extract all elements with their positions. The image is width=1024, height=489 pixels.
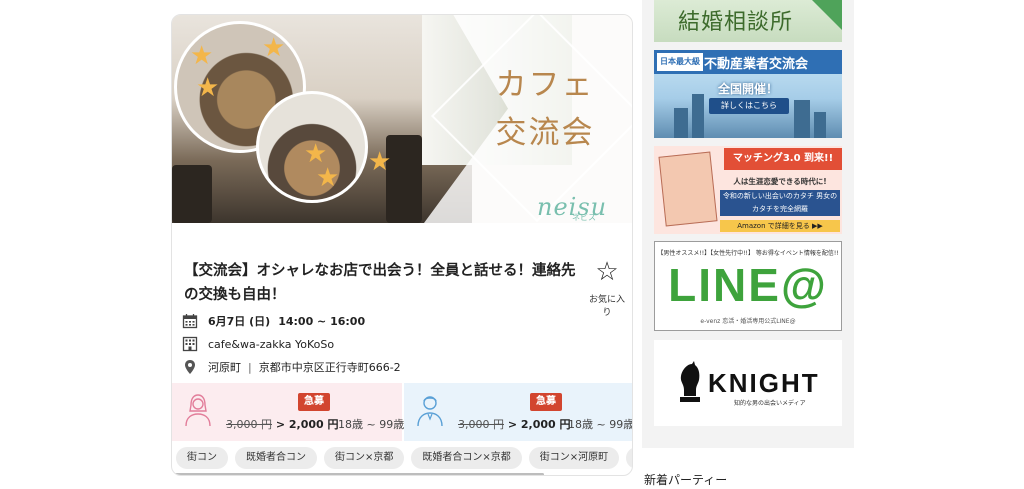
banner-marriage-agency-title: 結婚相談所 [678,10,794,35]
female-price: 3,000 円 > 2,000 円 [226,416,339,432]
face-cover-star-icon: ★ [368,147,392,177]
banner-tag: 日本最大級 [657,53,703,71]
tag-scrollbar[interactable] [172,473,544,475]
new-parties-heading: 新着パーティー [644,473,728,487]
banner-line-top: 【男性オススメ!!】【女性先行中!!】 等お得なイベント情報を配信!! [657,250,839,257]
event-date: 6月7日 (日) [208,315,271,328]
knight-title: KNIGHT [708,368,820,398]
urgent-badge: 急募 [530,393,562,411]
face-cover-star-icon: ★ [316,163,340,193]
tag-list: 街コン既婚者合コン街コン×京都既婚者合コン×京都街コン×河原町既 [172,445,632,471]
event-venue: cafe&wa-zakka YoKoSo [208,337,335,351]
organizer-logo-sub: ネビス [572,213,596,222]
banner-matching-book[interactable]: マッチング3.0 到来!! 人は生涯恋愛できる時代に! 令和の新しい出会いのカタ… [654,146,842,234]
male-price: 3,000 円 > 2,000 円 [458,416,571,432]
female-old-price: 3,000 円 [226,418,272,431]
favorite-label: お気に入り [588,295,625,318]
event-area: 河原町 [208,361,241,374]
chess-knight-icon [680,361,700,402]
chair [386,135,422,223]
building-silhouette [814,112,826,138]
face-cover-star-icon: ★ [196,73,220,103]
building-silhouette [674,108,688,138]
female-age-range: 18歳 ~ 99歳 [338,418,405,431]
male-person-icon [417,396,443,427]
female-person-icon [185,394,211,427]
banner-matching-line: 人は生涯恋愛できる時代に! [733,177,827,186]
tag-chip[interactable]: 既 [626,447,632,469]
tag-chip[interactable]: 街コン [176,447,228,469]
banner-details-button[interactable]: 詳しくはこちら [709,98,789,114]
building-silhouette [794,100,810,138]
banner-line-official[interactable]: 【男性オススメ!!】【女性先行中!!】 等お得なイベント情報を配信!! LINE… [654,241,842,331]
event-date-row: 6月7日 (日) 14:00 ~ 16:00 [182,313,365,329]
banner-corner-ribbon [812,0,842,30]
face-cover-star-icon: ★ [190,41,214,71]
urgent-badge: 急募 [298,393,330,411]
event-hero-image[interactable]: ★ ★ ★ ★ ★ ★ カフェ 交流会 neisu ネビス [172,15,632,223]
banner-matching-head: マッチング3.0 到来!! [724,148,842,170]
calendar-icon [182,313,198,329]
star-outline-icon: ☆ [595,257,619,287]
event-title[interactable]: 【交流会】オシャレなお店で出会う！全員と話せる！連絡先の交換も自由！ [184,259,582,307]
banner-knight-media[interactable]: KNIGHT 知的な男の出会いメディア [654,340,842,426]
map-pin-icon [182,359,198,375]
event-card[interactable]: ★ ★ ★ ★ ★ ★ カフェ 交流会 neisu ネビス 【交流会】オシャレな… [171,14,633,476]
banner-line-bottom: e-venz 恋活・婚活専用公式LINE@ [700,318,796,325]
price-row: 急募 3,000 円 > 2,000 円 18歳 ~ 99歳 急募 3,000 … [172,383,633,441]
banner-real-estate-sub: 全国開催！ [717,82,778,96]
banner-matching-box: 令和の新しい出会いのカタチ 男女のカタチを完全網羅 [720,190,840,216]
banner-marriage-agency[interactable]: 結婚相談所 [654,0,842,42]
hero-title-line1: カフェ [495,67,595,103]
banner-real-estate-meetup[interactable]: 日本最大級 不動産業者交流会 全国開催！ 詳しくはこちら [654,50,842,138]
banner-real-estate-title: 不動産業者交流会 [704,57,809,72]
banner-amazon-cta[interactable]: Amazon で詳細を見る ▶▶ [720,220,840,232]
tag-chip[interactable]: 街コン×河原町 [528,447,620,469]
male-age-range: 18歳 ~ 99歳 [568,418,633,431]
female-price-box: 急募 3,000 円 > 2,000 円 18歳 ~ 99歳 [172,383,405,441]
book-cover-image [658,151,718,227]
building-icon [182,336,198,352]
address-separator: | [248,360,252,374]
face-cover-star-icon: ★ [262,33,286,63]
hero-title-line2: 交流会 [495,115,595,151]
event-address: 京都市中京区正行寺町666-2 [258,361,401,374]
event-address-row: 河原町 | 京都市中京区正行寺町666-2 [182,359,401,375]
tag-chip[interactable]: 街コン×京都 [324,447,405,469]
female-new-price: > 2,000 円 [275,418,339,431]
sidebar: 結婚相談所 日本最大級 不動産業者交流会 全国開催！ 詳しくはこちら マッチング… [642,0,854,448]
building-silhouette [692,94,704,138]
favorite-button[interactable]: ☆ お気に入り [585,258,629,318]
chair [172,165,212,223]
tag-chip[interactable]: 既婚者合コン×京都 [411,447,522,469]
line-logo: LINE@ [668,259,828,311]
event-time: 14:00 ~ 16:00 [278,314,366,328]
knight-subtitle: 知的な男の出会いメディア [734,400,806,407]
male-price-box: 急募 3,000 円 > 2,000 円 18歳 ~ 99歳 [404,383,633,441]
male-old-price: 3,000 円 [458,418,504,431]
male-new-price: > 2,000 円 [507,418,571,431]
tag-chip[interactable]: 既婚者合コン [235,447,317,469]
event-venue-row: cafe&wa-zakka YoKoSo [182,336,334,352]
